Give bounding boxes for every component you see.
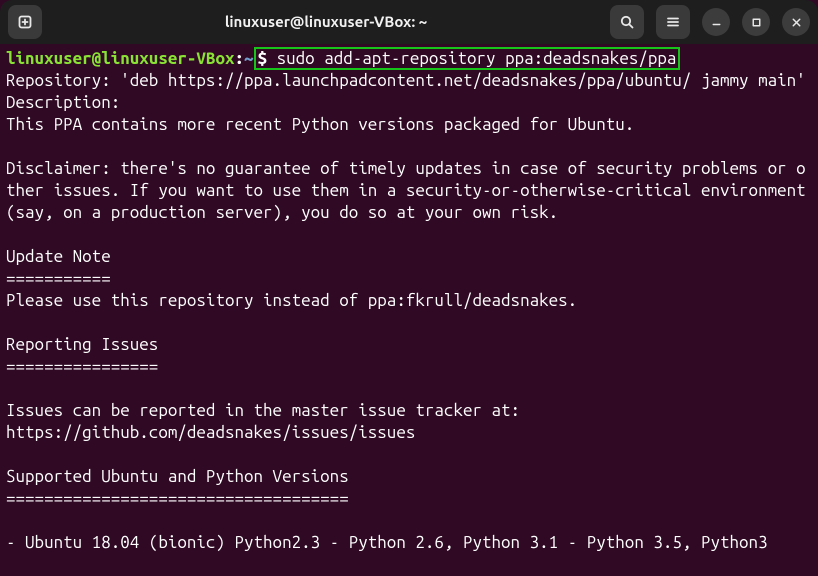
highlighted-command-box: $ sudo add-apt-repository ppa:deadsnakes…	[254, 47, 681, 70]
prompt-dollar: $	[258, 49, 277, 68]
terminal-output: Repository: 'deb https://ppa.launchpadco…	[6, 71, 815, 552]
terminal-area[interactable]: linuxuser@linuxuser-VBox:~$ sudo add-apt…	[0, 44, 818, 560]
search-icon	[619, 14, 635, 30]
prompt-user-host: linuxuser@linuxuser-VBox	[6, 49, 234, 68]
hamburger-icon	[665, 14, 681, 30]
prompt-cwd: ~	[244, 49, 254, 68]
entered-command: sudo add-apt-repository ppa:deadsnakes/p…	[277, 49, 677, 68]
close-icon	[790, 16, 803, 29]
minimize-button[interactable]	[702, 8, 730, 36]
search-button[interactable]	[610, 5, 644, 39]
prompt-colon: :	[234, 49, 244, 68]
new-tab-icon	[17, 14, 33, 30]
minimize-icon	[710, 16, 723, 29]
window-title: linuxuser@linuxuser-VBox: ~	[50, 11, 602, 33]
close-button[interactable]	[782, 8, 810, 36]
new-tab-button[interactable]	[8, 5, 42, 39]
window-titlebar: linuxuser@linuxuser-VBox: ~	[0, 0, 818, 44]
hamburger-menu-button[interactable]	[656, 5, 690, 39]
maximize-icon	[750, 16, 763, 29]
maximize-button[interactable]	[742, 8, 770, 36]
